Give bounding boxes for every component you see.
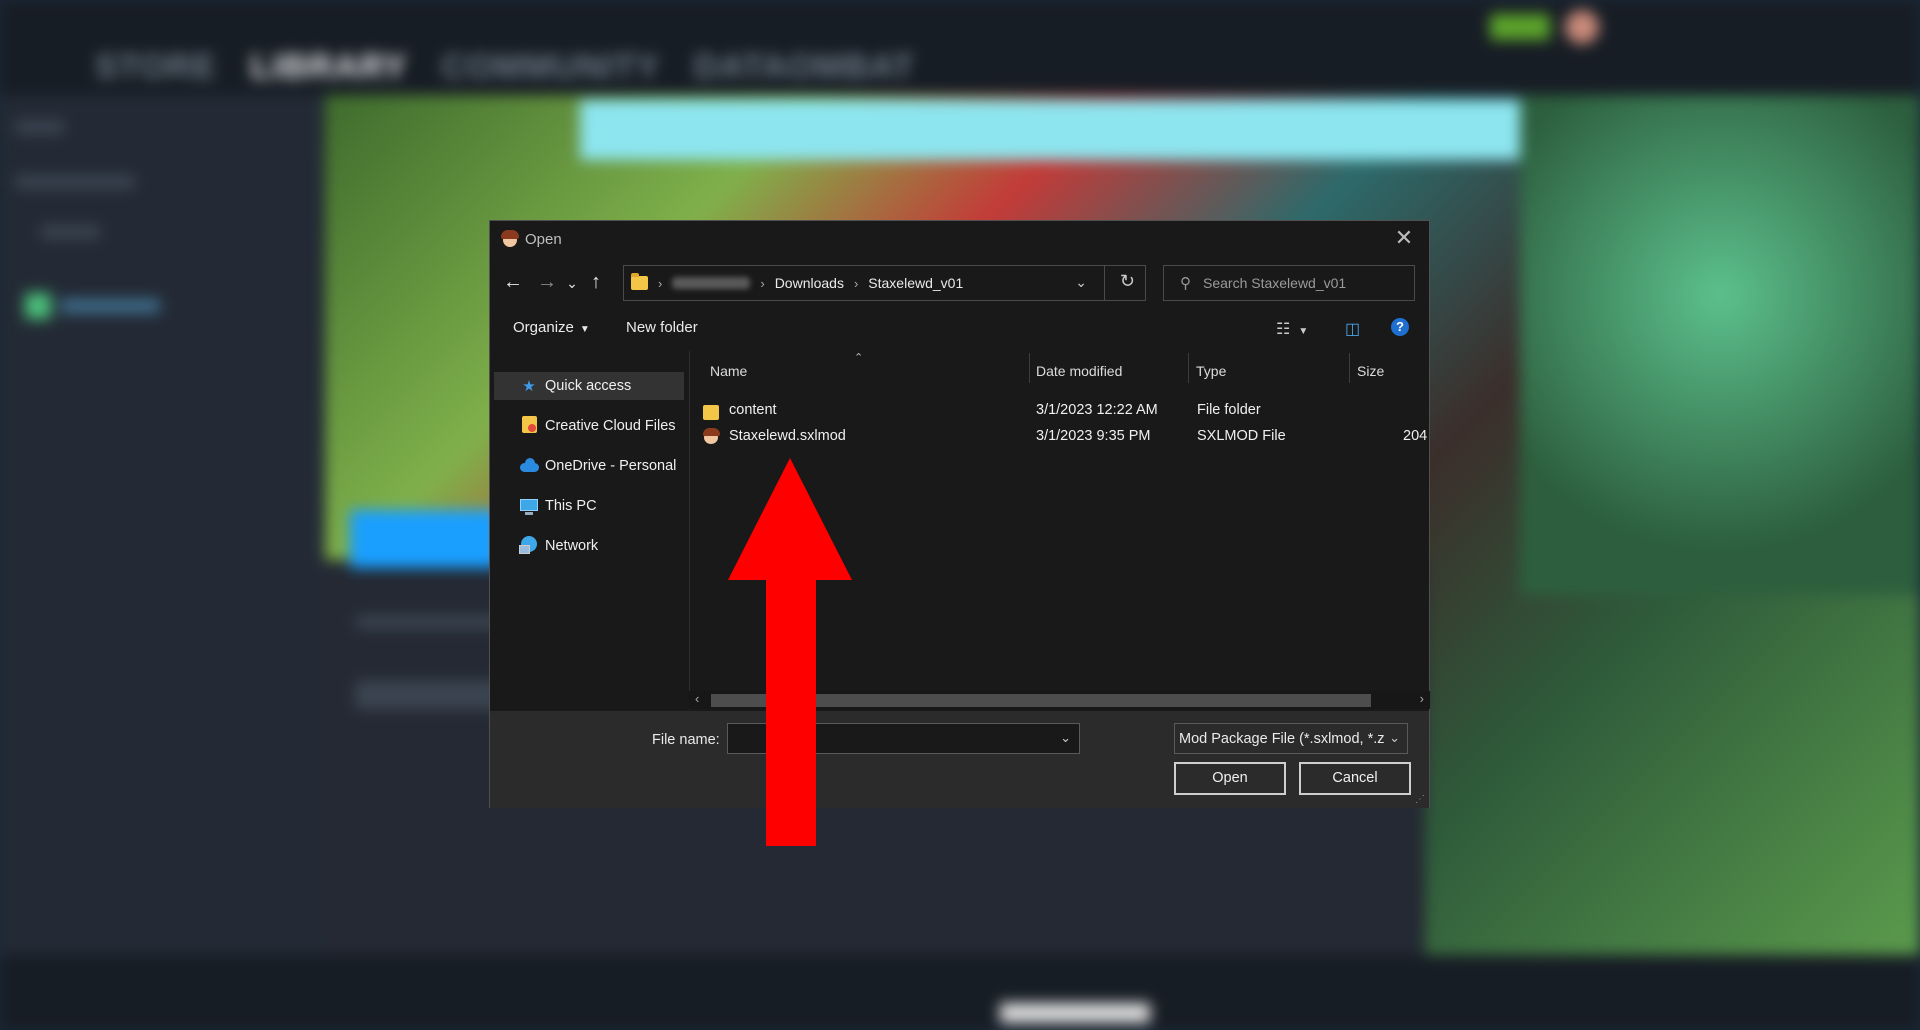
red-arrow-annotation xyxy=(728,458,852,846)
arrow-shape xyxy=(728,458,852,846)
